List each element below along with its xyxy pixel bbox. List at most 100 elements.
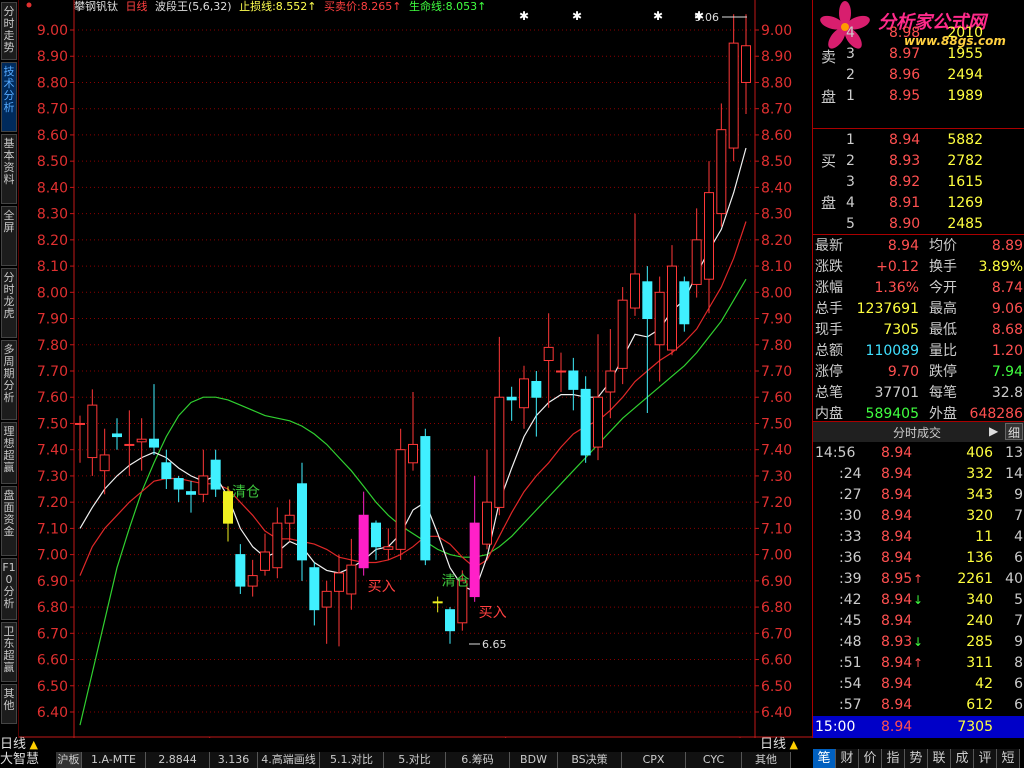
stat-value: 7.94 xyxy=(991,364,1023,380)
right-bottom-tab-3[interactable]: 指 xyxy=(882,749,905,768)
tick-count: 9 xyxy=(1014,634,1023,650)
event-star-icon[interactable]: ✱ xyxy=(653,9,663,23)
candle-body xyxy=(149,438,159,448)
left-tab-0[interactable]: 分时走势 xyxy=(1,2,17,60)
bottom-tab-9[interactable]: BS决策 xyxy=(558,752,622,768)
bottom-tab-8[interactable]: BDW xyxy=(510,752,558,768)
left-tab-4[interactable]: 分时龙虎 xyxy=(1,268,17,338)
bottom-tab-1[interactable]: 1.A-MTE xyxy=(82,752,146,768)
stop-loss-label: 止损线: xyxy=(239,0,276,13)
bottom-tab-4[interactable]: 4.高端画线 xyxy=(258,752,320,768)
buy-label-1: 买 xyxy=(821,152,837,170)
right-bottom-tab-4[interactable]: 势 xyxy=(905,749,928,768)
bottom-tab-3[interactable]: 3.136 xyxy=(210,752,258,768)
stat-value: 8.94 xyxy=(887,238,919,254)
last-tick-price: 8.94 xyxy=(881,719,913,735)
right-bottom-tab-0[interactable]: 笔 xyxy=(813,749,836,768)
left-tab-5[interactable]: 多周期分析 xyxy=(1,340,17,420)
candle-body xyxy=(667,265,677,351)
candle xyxy=(260,533,270,576)
buy-volume: 2485 xyxy=(947,216,983,232)
left-tab-3[interactable]: 全屏 xyxy=(1,206,17,266)
period-selector-right[interactable]: 日线 ▲ xyxy=(760,738,812,752)
event-star-icon[interactable]: ✱ xyxy=(519,9,529,23)
tick-price: 8.94 xyxy=(881,613,913,629)
candle-body xyxy=(728,42,739,149)
tick-time: :27 xyxy=(839,487,862,503)
buy-row: 1 8.94 5882 xyxy=(813,130,1024,151)
left-tab-10[interactable]: 其他 xyxy=(1,684,17,724)
kline-chart[interactable]: 9.00 8.90 8.80 8.70 8.60 8.50 8.40 8.30 8.20 8.10… xyxy=(19,0,812,738)
period-left-label: 日线 xyxy=(0,737,27,752)
candle xyxy=(667,245,677,356)
tick-time: :54 xyxy=(839,676,862,692)
y-tick-label-right: 7.60 xyxy=(761,390,792,406)
candle-body xyxy=(346,564,357,595)
tick-volume: 136 xyxy=(966,550,993,566)
tick-volume: 311 xyxy=(966,655,993,671)
candle-body xyxy=(112,433,122,438)
candle xyxy=(124,410,135,476)
candle xyxy=(149,384,159,455)
bottom-tab-5[interactable]: 5.1.对比 xyxy=(320,752,384,768)
stat-value: 9.06 xyxy=(991,301,1023,317)
y-tick-label-right: 8.80 xyxy=(761,75,792,91)
left-tab-8[interactable]: F10分析 xyxy=(1,558,17,620)
candle xyxy=(173,475,184,503)
ticks-detail-button[interactable]: 细 xyxy=(1005,423,1023,440)
event-star-icon[interactable]: ✱ xyxy=(572,9,582,23)
buy-volume: 1269 xyxy=(947,195,983,211)
bottom-tab-12[interactable]: 其他 xyxy=(742,752,791,768)
period-selector-left[interactable]: 日线 ▲ xyxy=(0,738,70,752)
candle-body xyxy=(494,396,505,508)
y-axis-right: 9.00 8.90 8.80 8.70 8.60 8.50 8.40 8.30 8.20 8.10… xyxy=(755,23,792,721)
stat-value: 9.70 xyxy=(887,364,919,380)
candle xyxy=(741,14,751,114)
left-tab-2[interactable]: 基本资料 xyxy=(1,134,17,204)
tick-time: :45 xyxy=(839,613,862,629)
y-tick-label-right: 6.80 xyxy=(761,600,792,616)
right-bottom-tab-7[interactable]: 评 xyxy=(974,749,997,768)
bottom-tab-2[interactable]: 2.8844 xyxy=(146,752,210,768)
tick-price: 8.94 xyxy=(881,466,913,482)
left-tab-9[interactable]: 卫东超赢 xyxy=(1,622,17,682)
candle-body xyxy=(272,522,283,569)
candle xyxy=(654,276,665,382)
right-bottom-tab-2[interactable]: 价 xyxy=(859,749,882,768)
buy-price: 8.90 xyxy=(889,216,921,232)
bottom-tab-0[interactable]: 沪板 xyxy=(56,752,82,768)
stat-value: 7305 xyxy=(883,322,919,338)
y-tick-label-left: 8.80 xyxy=(37,75,68,91)
bottom-tab-6[interactable]: 5.对比 xyxy=(384,752,446,768)
tick-price: 8.94 xyxy=(881,550,913,566)
right-bottom-tab-8[interactable]: 短 xyxy=(997,749,1020,768)
bottom-tab-11[interactable]: CYC xyxy=(686,752,742,768)
right-bottom-tab-5[interactable]: 联 xyxy=(928,749,951,768)
candle-body xyxy=(704,192,714,280)
buy-volume: 1615 xyxy=(947,174,983,190)
y-tick-label-right: 6.40 xyxy=(761,705,792,721)
corner-dot-icon xyxy=(26,2,32,8)
bottom-tab-10[interactable]: CPX xyxy=(622,752,686,768)
y-tick-label-left: 7.80 xyxy=(37,338,68,354)
stock-name: 攀钢钒钛 xyxy=(74,0,118,13)
tick-count: 9 xyxy=(1014,487,1023,503)
candle-body xyxy=(679,281,690,325)
candle xyxy=(334,554,344,647)
y-tick-label-left: 8.20 xyxy=(37,233,68,249)
arrow-up-icon: ↑ xyxy=(913,656,924,670)
left-tab-7[interactable]: 盘面资金 xyxy=(1,486,17,556)
candle-body xyxy=(87,404,98,459)
event-star-icon[interactable]: ✱ xyxy=(694,9,704,23)
play-icon[interactable]: ▶ xyxy=(989,424,998,438)
right-bottom-tab-6[interactable]: 成 xyxy=(951,749,974,768)
right-bottom-tab-1[interactable]: 财 xyxy=(836,749,859,768)
candle-body xyxy=(556,370,566,373)
stat-value: 32.8 xyxy=(991,385,1023,401)
left-tab-1[interactable]: 技术分析 xyxy=(1,62,17,132)
candle xyxy=(198,449,209,503)
left-tab-6[interactable]: 理想超赢 xyxy=(1,422,17,484)
bottom-tab-7[interactable]: 6.筹码 xyxy=(446,752,510,768)
separator xyxy=(813,234,1024,235)
y-tick-label-left: 7.30 xyxy=(37,469,68,485)
